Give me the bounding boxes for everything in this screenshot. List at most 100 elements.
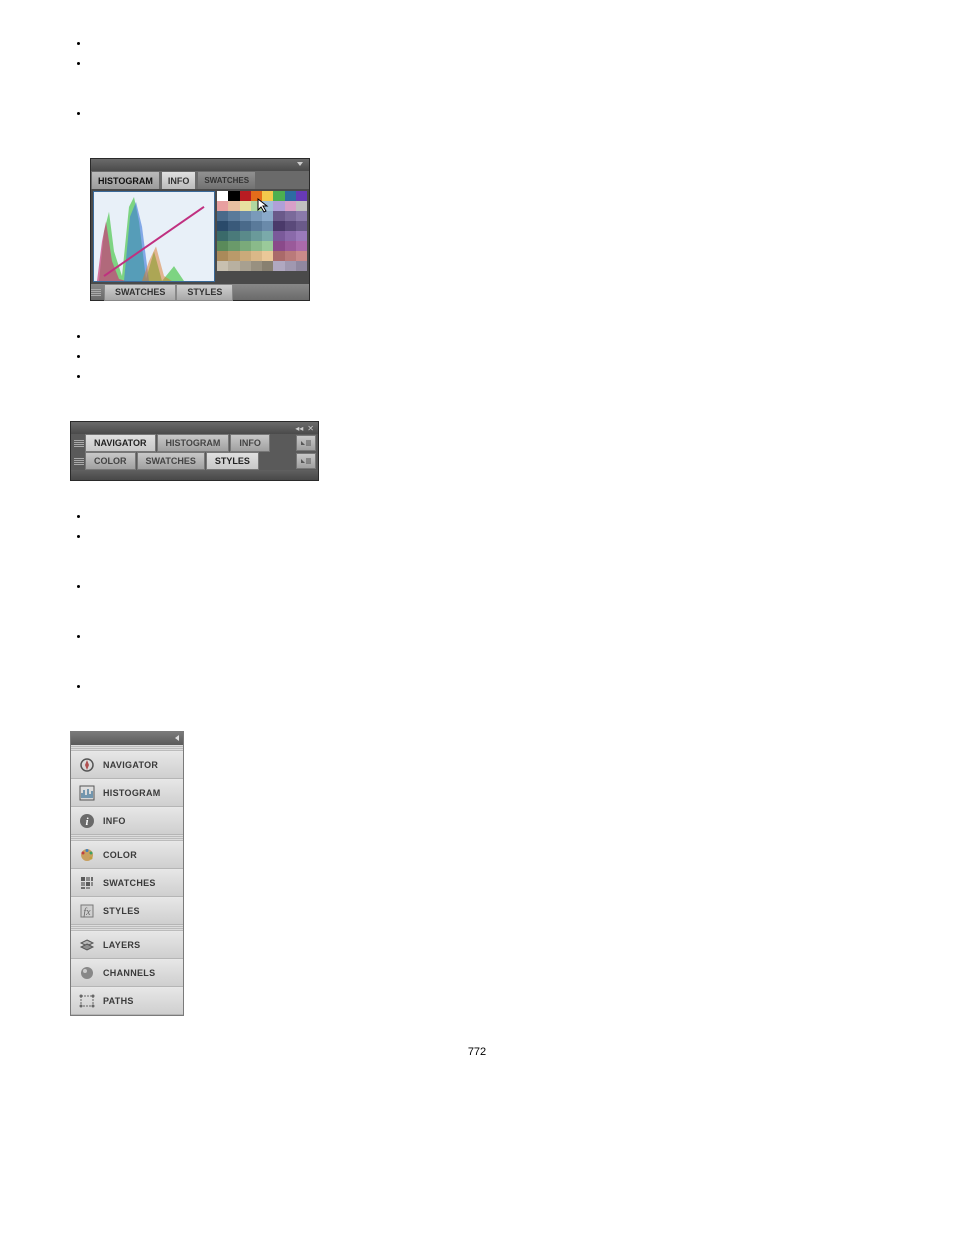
swatch-cell[interactable] (296, 231, 307, 241)
swatch-cell[interactable] (273, 221, 284, 231)
swatch-cell[interactable] (228, 241, 239, 251)
swatch-cell[interactable] (273, 211, 284, 221)
swatch-cell[interactable] (285, 241, 296, 251)
swatch-cell[interactable] (251, 211, 262, 221)
swatch-cell[interactable] (285, 221, 296, 231)
swatch-cell[interactable] (240, 251, 251, 261)
dock-item-paths[interactable]: PATHS (71, 987, 183, 1015)
swatch-cell[interactable] (240, 211, 251, 221)
dock-item-layers[interactable]: LAYERS (71, 931, 183, 959)
swatch-cell[interactable] (251, 251, 262, 261)
swatch-cell[interactable] (228, 191, 239, 201)
swatch-cell[interactable] (285, 211, 296, 221)
tab-styles[interactable]: STYLES (206, 452, 259, 470)
swatch-cell[interactable] (217, 221, 228, 231)
tab-styles-bottom[interactable]: STYLES (176, 284, 233, 301)
dock-item-styles[interactable]: fxSTYLES (71, 897, 183, 925)
swatch-cell[interactable] (240, 191, 251, 201)
swatch-cell[interactable] (251, 221, 262, 231)
tab-color[interactable]: COLOR (85, 452, 136, 470)
swatch-cell[interactable] (251, 191, 262, 201)
bullet-item (90, 331, 884, 351)
swatch-cell[interactable] (251, 241, 262, 251)
swatch-cell[interactable] (217, 261, 228, 271)
swatch-cell[interactable] (296, 201, 307, 211)
swatch-cell[interactable] (251, 261, 262, 271)
swatch-cell[interactable] (217, 241, 228, 251)
tab-swatches[interactable]: SWATCHES (197, 171, 256, 190)
swatch-cell[interactable] (228, 221, 239, 231)
swatch-cell[interactable] (273, 231, 284, 241)
swatch-cell[interactable] (285, 251, 296, 261)
swatch-cell[interactable] (228, 201, 239, 211)
swatch-cell[interactable] (217, 251, 228, 261)
swatch-cell[interactable] (228, 261, 239, 271)
dock-item-label: SWATCHES (103, 878, 156, 888)
panel-titlebar[interactable]: ◂◂ ✕ (71, 422, 318, 434)
swatch-cell[interactable] (240, 261, 251, 271)
dock-item-label: LAYERS (103, 940, 140, 950)
dock-item-swatches[interactable]: SWATCHES (71, 869, 183, 897)
swatch-cell[interactable] (296, 241, 307, 251)
dock-item-info[interactable]: iINFO (71, 807, 183, 835)
bullet-item (90, 531, 884, 551)
swatch-cell[interactable] (273, 201, 284, 211)
swatch-cell[interactable] (296, 251, 307, 261)
panel-titlebar[interactable] (91, 159, 309, 171)
panel-menu-button[interactable] (296, 453, 316, 469)
swatch-cell[interactable] (273, 261, 284, 271)
grip-icon[interactable] (74, 439, 84, 447)
swatch-cell[interactable] (262, 221, 273, 231)
tab-histogram[interactable]: HISTOGRAM (91, 171, 160, 190)
collapse-icon[interactable]: ◂◂ (295, 424, 303, 433)
swatch-cell[interactable] (262, 201, 273, 211)
swatch-cell[interactable] (296, 211, 307, 221)
swatch-cell[interactable] (296, 221, 307, 231)
swatch-cell[interactable] (262, 241, 273, 251)
swatch-cell[interactable] (273, 191, 284, 201)
tab-navigator[interactable]: NAVIGATOR (85, 434, 156, 452)
swatch-cell[interactable] (240, 221, 251, 231)
swatch-cell[interactable] (262, 261, 273, 271)
swatch-cell[interactable] (273, 241, 284, 251)
swatch-cell[interactable] (217, 201, 228, 211)
swatch-cell[interactable] (240, 201, 251, 211)
swatch-cell[interactable] (262, 191, 273, 201)
swatch-cell[interactable] (296, 191, 307, 201)
dock-item-navigator[interactable]: NAVIGATOR (71, 751, 183, 779)
swatch-cell[interactable] (228, 211, 239, 221)
swatch-cell[interactable] (228, 251, 239, 261)
swatch-cell[interactable] (217, 191, 228, 201)
swatch-cell[interactable] (285, 231, 296, 241)
dock-item-color[interactable]: COLOR (71, 841, 183, 869)
swatch-cell[interactable] (285, 261, 296, 271)
dock-item-channels[interactable]: CHANNELS (71, 959, 183, 987)
swatch-cell[interactable] (285, 201, 296, 211)
tab-swatches[interactable]: SWATCHES (137, 452, 205, 470)
tab-info[interactable]: INFO (161, 171, 197, 190)
grip-icon[interactable] (74, 457, 84, 465)
svg-text:fx: fx (83, 907, 91, 918)
panel-menu-button[interactable] (296, 435, 316, 451)
swatch-cell[interactable] (262, 251, 273, 261)
swatch-cell[interactable] (251, 201, 262, 211)
tab-swatches-bottom[interactable]: SWATCHES (104, 284, 176, 301)
swatch-cell[interactable] (262, 211, 273, 221)
panel-titlebar[interactable] (71, 732, 183, 745)
swatch-cell[interactable] (240, 241, 251, 251)
swatch-cell[interactable] (296, 261, 307, 271)
swatch-cell[interactable] (251, 231, 262, 241)
dock-item-histogram[interactable]: HISTOGRAM (71, 779, 183, 807)
tab-info[interactable]: INFO (230, 434, 270, 452)
swatch-cell[interactable] (228, 231, 239, 241)
tab-histogram[interactable]: HISTOGRAM (157, 434, 230, 452)
swatch-cell[interactable] (217, 231, 228, 241)
swatch-cell[interactable] (217, 211, 228, 221)
grip-icon[interactable] (91, 288, 101, 296)
close-icon[interactable]: ✕ (307, 424, 314, 433)
swatch-cell[interactable] (285, 191, 296, 201)
swatch-grid[interactable] (217, 191, 307, 282)
swatch-cell[interactable] (273, 251, 284, 261)
swatch-cell[interactable] (240, 231, 251, 241)
swatch-cell[interactable] (262, 231, 273, 241)
